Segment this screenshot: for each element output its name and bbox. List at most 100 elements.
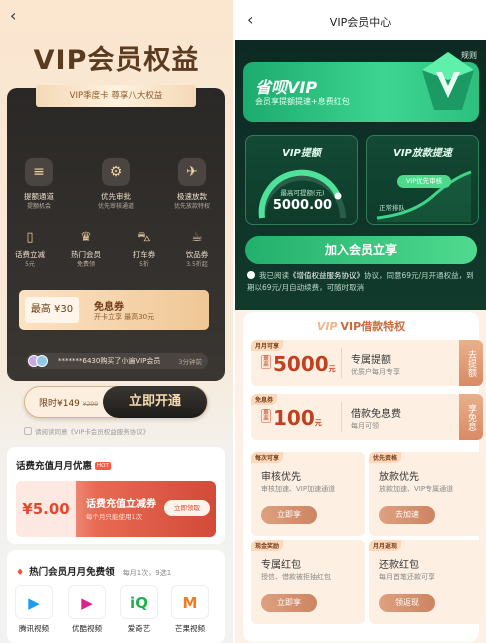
credit-title: VIP提额 [282,148,321,159]
priority-badge: VIP优先审核 [397,175,451,188]
benefit-taxi[interactable]: ⛍ 打车券 5折 [117,229,171,269]
benefit-title: 话费立减 [15,250,45,259]
coupon-title: 免息券 [94,302,124,313]
approval-icon: ⚙ [102,158,130,186]
privilege-tag: 月月可享 [251,340,284,351]
interest-free-coupon[interactable]: 最高 ¥30 免息券 开卡立享 最高30元 [19,290,209,330]
speed-up-button[interactable]: 去加速 [379,506,435,524]
benefit-title: 热门会员 [71,250,101,259]
app-tencent-video[interactable]: ▶ 腾讯视频 [14,585,54,634]
agreement[interactable]: 请阅读同意《VIP卡会员权益服务协议》 [24,426,149,436]
benefit-subtitle: 5元 [25,261,35,268]
app-mango-tv[interactable]: M 芒果视频 [170,585,210,634]
recharge-title-text: 话费充值月月优惠 [16,461,93,472]
privilege-loan-priority[interactable]: 优先资格 放款优先 放款加速、VIP专属通道 去加速 [369,452,483,536]
normal-queue-label: 正常排队 [379,204,405,212]
credit-value: 5000.00 [272,198,333,213]
purchase-bar: 限时¥149 ¥299 立即开通 [24,386,208,418]
privilege-credit[interactable]: 月月可享 最高 5000元 专属提额 优质户每月专享 去提额 [251,340,483,386]
benefit-title: 极速放款 [177,192,207,201]
credit-line-icon: ≡ [25,158,53,186]
benefit-approval[interactable]: ⚙ 优先审批 优先审核通道 [81,158,151,211]
loan-title: VIP放款提速 [393,148,452,159]
privilege-interest-free[interactable]: 免息券 最高 100元 借款免息费 每月可领 享免息 [251,394,483,440]
amount-prefix: 最高 [261,409,271,423]
privilege-desc: 审核加速、VIP加速通道 [261,485,336,493]
recharge-coupon-name: 话费充值立减券 [86,499,156,510]
recharge-amount: ¥5.00 [16,481,76,537]
coupon-desc: 开卡立享 最高30元 [94,313,155,321]
iqiyi-icon: iQ [120,585,158,619]
member-header: ♦ 热门会员月月免费领 每月1次，9选1 [16,560,171,579]
back-button[interactable]: ‹ [10,6,16,25]
car-icon: ⛍ [137,230,151,245]
privilege-review-priority[interactable]: 每次可享 审核优先 审核加速、VIP加速通道 立即享 [251,452,365,536]
card-ribbon: VIP季度卡 尊享八大权益 [36,85,196,107]
credit-label: 最高可提额(元) [280,189,325,197]
amount-prefix: 最高 [261,355,271,369]
enjoy-now-button[interactable]: 立即享 [261,506,317,524]
benefit-fast-loan[interactable]: ✈ 极速放款 优先放款特权 [157,158,227,211]
amount-unit: 元 [328,365,336,373]
benefit-title: 优先审批 [101,192,131,201]
tencent-video-icon: ▶ [15,585,53,619]
benefit-title: 打车券 [132,250,156,259]
privilege-amount: 最高 100元 [261,406,322,430]
benefit-member[interactable]: ♛ 热门会员 免费领 [59,229,113,269]
agreement-text: 请阅读同意《VIP卡会员权益服务协议》 [35,428,150,436]
privilege-tag: 免息券 [251,394,278,405]
join-vip-button[interactable]: 加入会员立享 [245,236,477,264]
banner-title: 省呗VIP [255,78,318,97]
privilege-desc: 放款加速、VIP专属通道 [379,485,454,493]
terms-link[interactable]: 《增值权益服务协议》 [289,271,364,280]
app-youku[interactable]: ▶ 优酷视频 [67,585,107,634]
benefit-drink[interactable]: ☕ 饮品券 3.5折起 [170,229,224,269]
page-title: VIP会员权益 [33,45,200,76]
privilege-amount: 最高 5000元 [261,352,336,376]
fire-icon: ♦ [16,568,25,578]
divider [341,348,342,378]
nav-bar: ‹ VIP会员中心 [235,0,486,40]
privilege-tag: 每次可享 [251,452,284,463]
loan-privileges: VIP VIP借款特权 月月可享 最高 5000元 专属提额 优质户每月专享 去提额… [243,312,483,642]
benefit-title: 饮品券 [185,250,209,259]
terms-radio[interactable] [247,271,255,279]
benefit-phone-bill[interactable]: ▯ 话费立减 5元 [3,229,57,269]
privilege-red-packet[interactable]: 现金奖励 专属红包 授信、借款被拒抽红包 立即享 [251,540,365,624]
benefit-subtitle: 优先放款特权 [173,203,210,210]
privilege-tag: 优先资格 [369,452,402,463]
privilege-tag: 现金奖励 [251,540,284,551]
raise-credit-button[interactable]: 去提额 [459,340,483,386]
recharge-coupon[interactable]: ¥5.00 话费充值立减券 每个月只能使用1次 立即领取 [16,481,216,537]
amount-unit: 元 [314,419,322,427]
benefit-subtitle: 5折 [139,261,149,268]
divider [341,402,342,432]
interest-free-button[interactable]: 享免息 [459,394,483,440]
privilege-tag: 月月返现 [369,540,402,551]
privilege-title: 借款免息费 [351,409,401,420]
credit-boost-card: VIP提额 最高可提额(元) 5000.00 [245,135,358,225]
privilege-repay-packet[interactable]: 月月返现 还款红包 每月首笔还款可享 领返现 [369,540,483,624]
enjoy-now-button[interactable]: 立即享 [261,594,317,612]
app-name: 腾讯视频 [19,624,49,633]
benefit-subtitle: 3.5折起 [186,261,208,268]
privileges-title: VIP VIP借款特权 [243,318,479,334]
rules-link[interactable]: 规则 [461,50,477,61]
cashback-button[interactable]: 领返现 [379,594,435,612]
mango-tv-icon: M [171,585,209,619]
benefit-credit[interactable]: ≡ 提额通道 提额机会 [4,158,74,211]
claim-button[interactable]: 立即领取 [164,500,210,516]
page-title: VIP会员中心 [329,16,392,29]
price-label: 限时¥149 ¥299 [39,396,98,409]
agreement-checkbox[interactable] [24,427,32,435]
purchase-notice: *******6430购买了小遍VIP会员 3分钟前 [26,353,208,369]
benefit-subtitle: 提额机会 [26,203,51,210]
open-now-button[interactable]: 立即开通 [103,386,207,418]
terms[interactable]: 我已阅读《增值权益服务协议》协议，同意69元/月开通权益，到期以69元/月自动续… [247,270,479,294]
app-iqiyi[interactable]: iQ 爱奇艺 [119,585,159,634]
privilege-desc: 每月可领 [351,422,379,430]
drink-icon: ☕ [191,230,203,245]
youku-icon: ▶ [68,585,106,619]
privilege-title: 还款红包 [379,560,419,571]
privilege-title: 放款优先 [379,472,419,483]
